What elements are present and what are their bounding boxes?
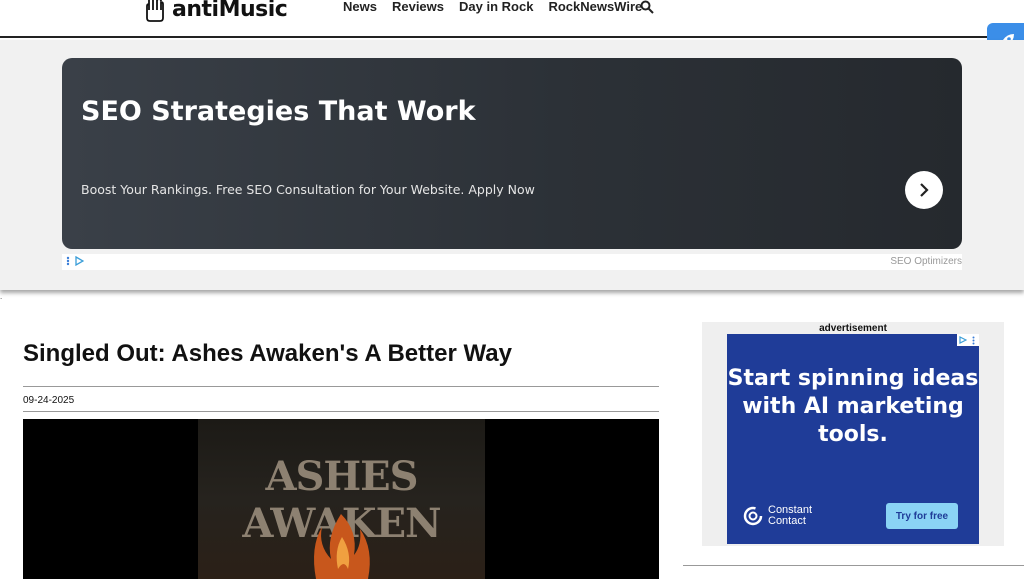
logo-text: antiMusic <box>172 0 288 22</box>
nav-item-reviews[interactable]: Reviews <box>392 0 444 14</box>
chevron-right-icon <box>920 183 929 197</box>
constant-contact-icon <box>743 506 763 526</box>
top-ad-banner: SEO Strategies That Work Boost Your Rank… <box>0 40 1024 290</box>
search-icon[interactable] <box>640 0 654 14</box>
brand-name: Constant Contact <box>768 505 812 527</box>
ad-advertiser[interactable]: SEO Optimizers <box>890 256 962 267</box>
flame-graphic <box>314 514 370 579</box>
separator-dot: . <box>0 292 3 301</box>
divider <box>23 411 659 412</box>
ad-choices[interactable] <box>66 256 84 266</box>
nav-item-news[interactable]: News <box>343 0 377 14</box>
constant-contact-logo: Constant Contact <box>743 505 812 527</box>
ad-description[interactable]: Boost Your Rankings. Free SEO Consultati… <box>81 182 535 197</box>
ad-options-icon[interactable] <box>66 256 70 266</box>
brand-line-2: Contact <box>768 515 806 527</box>
ad-footer: SEO Optimizers <box>62 254 962 270</box>
article: Singled Out: Ashes Awaken's A Better Way… <box>23 340 659 579</box>
ad-card[interactable]: SEO Strategies That Work Boost Your Rank… <box>62 58 962 249</box>
ad-headline: Start spinning ideas with AI marketing t… <box>727 366 979 447</box>
nav-item-rocknewswire[interactable]: RockNewsWire <box>548 0 642 14</box>
ad-next-button[interactable] <box>905 171 943 209</box>
ad-title[interactable]: SEO Strategies That Work <box>81 96 476 127</box>
article-date: 09-24-2025 <box>23 395 75 406</box>
top-navigation-bar: antiMusic News Reviews Day in Rock RockN… <box>0 0 1024 38</box>
ad-options-icon[interactable] <box>968 334 979 346</box>
try-for-free-button[interactable]: Try for free <box>886 503 958 529</box>
adchoices-icon[interactable] <box>74 256 84 266</box>
article-image[interactable]: ASHES AWAKEN <box>23 419 659 579</box>
sidebar-advertisement: advertisement Start spinning ideas with … <box>702 322 1004 546</box>
album-art: ASHES AWAKEN <box>198 419 485 579</box>
divider <box>683 565 1024 566</box>
hand-logo-icon <box>146 0 164 22</box>
ad-choices[interactable] <box>957 334 979 346</box>
nav-item-day-in-rock[interactable]: Day in Rock <box>459 0 533 14</box>
article-headline: Singled Out: Ashes Awaken's A Better Way <box>23 340 512 367</box>
constant-contact-ad[interactable]: Start spinning ideas with AI marketing t… <box>727 334 979 544</box>
site-logo[interactable]: antiMusic <box>144 0 288 22</box>
adchoices-icon[interactable] <box>957 334 968 346</box>
main-nav: News Reviews Day in Rock RockNewsWire <box>343 0 642 14</box>
divider <box>23 386 659 387</box>
advertisement-label: advertisement <box>819 323 887 334</box>
